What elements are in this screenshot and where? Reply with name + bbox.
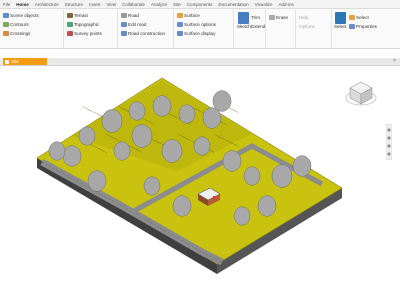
surface-options-button[interactable]: Surface options — [177, 21, 216, 28]
tree — [131, 124, 153, 148]
ribbon: Scene objects Contours Crossings Terrain… — [0, 9, 400, 49]
surface-display-button[interactable]: Surface display — [177, 30, 215, 37]
surface-icon — [177, 13, 183, 18]
contours-icon — [3, 22, 9, 27]
surface-display-icon — [177, 31, 183, 36]
terrain-icon — [67, 13, 73, 18]
building-door — [213, 196, 215, 199]
menu-item[interactable]: Home — [16, 2, 29, 7]
survey-points-button[interactable]: Survey points — [67, 30, 102, 37]
surface-button[interactable]: Surface — [177, 12, 200, 19]
tree — [212, 90, 232, 112]
options-button[interactable]: Options — [299, 23, 315, 30]
menu-item[interactable]: Visualize — [255, 2, 273, 7]
navigation-bar[interactable] — [386, 124, 392, 160]
tree — [292, 155, 312, 177]
help-button[interactable]: Help — [299, 14, 308, 21]
ribbon-group-select: Select Select Properties — [332, 10, 400, 48]
select-button[interactable]: Select — [334, 12, 347, 29]
surface-options-icon — [177, 22, 183, 27]
tree — [87, 170, 107, 192]
menu-item[interactable]: Structure — [65, 2, 83, 7]
tree — [128, 101, 146, 121]
ribbon-group-scene: Scene objects Contours Crossings — [0, 10, 64, 48]
trim-button[interactable]: Trim — [251, 14, 260, 21]
tree — [233, 206, 251, 226]
tree — [62, 145, 82, 167]
tree — [202, 107, 222, 129]
document-tab[interactable]: Site — [3, 58, 47, 65]
contours-button[interactable]: Contours — [3, 21, 29, 28]
edit-road-icon — [121, 22, 127, 27]
select-option-icon — [349, 15, 355, 20]
construction-icon — [121, 31, 127, 36]
menu-item[interactable]: Components — [187, 2, 213, 7]
ribbon-group-road: Road Edit road Road construction — [118, 10, 174, 48]
extend-button[interactable]: Extend — [251, 23, 265, 30]
tree — [78, 126, 96, 146]
menu-item[interactable]: Collaborate — [122, 2, 145, 7]
properties-button[interactable]: Properties — [349, 23, 377, 30]
tree — [178, 104, 196, 124]
menu-item[interactable]: View — [106, 2, 116, 7]
tree — [48, 141, 66, 161]
sketch-button[interactable]: Sketch — [237, 12, 251, 29]
survey-icon — [67, 31, 73, 36]
tree — [257, 195, 277, 217]
tree — [113, 141, 131, 161]
ribbon-group-surface: Surface Surface options Surface display — [174, 10, 234, 48]
edit-road-button[interactable]: Edit road — [121, 21, 146, 28]
crossings-icon — [3, 31, 9, 36]
erase-icon — [269, 15, 275, 20]
tree — [161, 139, 183, 163]
terrain-button[interactable]: Terrain — [67, 12, 88, 19]
tree — [243, 166, 261, 186]
viewcube-icon[interactable] — [344, 76, 378, 110]
road-icon — [121, 13, 127, 18]
menu-item[interactable]: Analyze — [151, 2, 167, 7]
properties-icon — [349, 24, 355, 29]
road-construction-button[interactable]: Road construction — [121, 30, 165, 37]
tree — [152, 95, 172, 117]
3d-viewport[interactable] — [2, 66, 398, 280]
document-icon — [5, 59, 9, 64]
close-icon[interactable]: × — [393, 58, 396, 64]
crossings-button[interactable]: Crossings — [3, 30, 30, 37]
select-icon — [334, 12, 346, 24]
ribbon-group-edit: Erase — [266, 10, 296, 48]
erase-button[interactable]: Erase — [269, 14, 288, 21]
terrain-model — [36, 77, 343, 274]
tree — [143, 176, 161, 196]
menu-item[interactable]: File — [3, 2, 10, 7]
menu-item[interactable]: Documentation — [218, 2, 248, 7]
ribbon-group-terrain: Terrain Topographic Survey points — [64, 10, 118, 48]
menu-bar: File Home Architecture Structure Insert View C… — [0, 0, 400, 9]
tree — [222, 150, 242, 172]
tree — [172, 195, 192, 217]
tree — [193, 136, 211, 156]
tree — [271, 164, 293, 188]
topo-icon — [67, 22, 73, 27]
select-option-button[interactable]: Select — [349, 14, 369, 21]
menu-item[interactable]: Add-ins — [279, 2, 294, 7]
document-tab-bar: Site × — [0, 58, 400, 66]
ribbon-group-sketch: Sketch Trim Extend — [234, 10, 266, 48]
scene-icon — [3, 13, 9, 18]
menu-item[interactable]: Insert — [89, 2, 100, 7]
topographic-button[interactable]: Topographic — [67, 21, 99, 28]
ribbon-group-help: Help Options — [296, 10, 332, 48]
road-button[interactable]: Road — [121, 12, 139, 19]
menu-item[interactable]: Site — [173, 2, 181, 7]
scene-objects-button[interactable]: Scene objects — [3, 12, 39, 19]
tree — [101, 109, 123, 133]
sketch-icon — [238, 12, 250, 24]
menu-item[interactable]: Architecture — [35, 2, 59, 7]
